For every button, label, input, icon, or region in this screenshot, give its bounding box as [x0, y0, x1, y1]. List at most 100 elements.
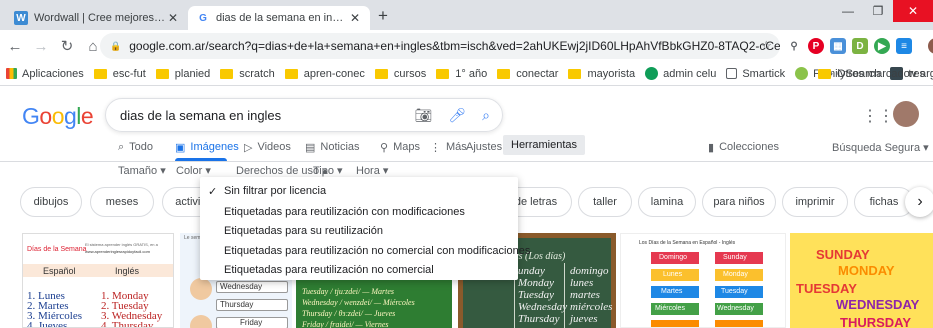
image-text: Wednesday: [717, 305, 754, 312]
chip[interactable]: para niños: [702, 187, 776, 217]
bookmark-folder[interactable]: planied: [155, 68, 210, 80]
extension-icon[interactable]: ≡: [896, 38, 912, 54]
tab-label: Más: [446, 141, 467, 153]
bookmark-star-icon[interactable]: ☆: [760, 38, 772, 54]
tab-wordwall[interactable]: W Wordwall | Cree mejores lecciones ✕: [6, 6, 188, 30]
result-image[interactable]: Los Días de la Semana en Español - Inglé…: [620, 233, 786, 328]
chip[interactable]: imprimir: [782, 187, 848, 217]
filter-tipo[interactable]: Tipo ▾: [313, 164, 343, 177]
filter-tamano[interactable]: Tamaño ▾: [118, 164, 166, 177]
other-bookmarks[interactable]: Otros marcadores: [817, 68, 925, 80]
image-text: Friday / fraidei/ — Viernes: [302, 320, 389, 328]
result-image[interactable]: SUNDAY MONDAY TUESDAY WEDNESDAY THURSDAY: [790, 233, 933, 328]
extension-icon[interactable]: ⚲: [786, 38, 802, 54]
bookmark-label: 1° año: [455, 67, 488, 80]
bookmark-folder[interactable]: esc-fut: [93, 68, 146, 80]
address-bar[interactable]: 🔒 google.com.ar/search?q=dias+de+la+sema…: [100, 33, 780, 59]
map-pin-icon: ⚲: [380, 141, 389, 154]
tab-todo[interactable]: ⌕ Todo: [118, 136, 153, 158]
result-image[interactable]: Días de la Semana El sistema aprender in…: [22, 233, 174, 328]
url-text: google.com.ar/search?q=dias+de+la+semana…: [129, 39, 780, 53]
bookmark-folder[interactable]: mayorista: [568, 68, 635, 80]
bookmark-label: Smartick: [742, 67, 786, 80]
reload-icon[interactable]: ↻: [56, 37, 78, 55]
menu-item-no-comercial-modificaciones[interactable]: Etiquetadas para reutilización no comerc…: [224, 245, 530, 257]
more-vert-icon: ⋮: [430, 141, 441, 154]
menu-item-reutilizacion[interactable]: Etiquetadas para su reutilización: [224, 225, 383, 237]
menu-item-sin-filtrar[interactable]: Sin filtrar por licencia: [224, 185, 326, 197]
bookmark-label: cursos: [393, 67, 427, 80]
menu-item-no-comercial[interactable]: Etiquetadas para reutilización no comerc…: [224, 264, 434, 276]
bookmark-admin-celu[interactable]: admin celu: [645, 67, 716, 80]
safe-search-toggle[interactable]: Búsqueda Segura ▾: [832, 136, 929, 158]
extensions-area: ⚲ P ▦ D ▶ ≡ !: [786, 38, 933, 54]
tab-label: Ajustes: [466, 141, 503, 153]
chevron-right-icon[interactable]: ›: [905, 187, 933, 217]
window-close-icon[interactable]: ✕: [893, 0, 933, 22]
tab-noticias[interactable]: ▤ Noticias: [305, 136, 360, 158]
forward-arrow-icon[interactable]: →: [30, 38, 52, 55]
bookmark-folder[interactable]: apren-conec: [284, 67, 365, 80]
tab-ajustes[interactable]: Ajustes: [466, 136, 502, 158]
bookmark-folder[interactable]: cursos: [374, 67, 427, 80]
chip[interactable]: taller: [578, 187, 632, 217]
google-logo[interactable]: Google: [22, 103, 94, 130]
search-input[interactable]: dias de la semana en ingles 📷︎ 🎤︎ ⌕: [105, 98, 503, 132]
lock-icon: 🔒: [110, 40, 122, 51]
bookmark-folder[interactable]: scratch: [220, 68, 275, 80]
bookmark-label: admin celu: [663, 67, 717, 80]
image-text: Español: [43, 266, 76, 276]
image-text: El sistema aprender inglés GRATIS, en a: [85, 242, 158, 247]
search-icon: ⌕: [118, 140, 125, 153]
wordwall-favicon-icon: W: [14, 11, 28, 25]
filter-hora[interactable]: Hora ▾: [356, 164, 388, 177]
safe-search-label: Búsqueda Segura ▾: [832, 141, 929, 154]
bookmark-smartick[interactable]: Smartick: [726, 68, 785, 80]
image-text: Monday: [518, 277, 555, 289]
extension-icon[interactable]: ▶: [874, 38, 890, 54]
chip[interactable]: dibujos: [20, 187, 82, 217]
search-icon[interactable]: ⌕: [482, 107, 490, 124]
tab-maps[interactable]: ⚲ Maps: [380, 136, 420, 158]
bookmark-label: mayorista: [587, 67, 636, 80]
bookmark-apps[interactable]: Aplicaciones: [6, 68, 84, 80]
image-text: Días de la Semana: [27, 246, 87, 253]
image-icon: ▣: [175, 141, 186, 154]
tab-mas[interactable]: ⋮ Más: [430, 136, 467, 158]
new-tab-button[interactable]: +: [378, 6, 388, 26]
tab-videos[interactable]: ▷ Videos: [244, 136, 291, 158]
maximize-icon[interactable]: ❐: [863, 0, 893, 22]
tab-label: Noticias: [320, 141, 360, 153]
menu-item-reutilizacion-modificaciones[interactable]: Etiquetadas para reutilización con modif…: [224, 206, 465, 218]
image-text: Martes: [661, 288, 683, 295]
profile-icon[interactable]: [928, 38, 933, 54]
microphone-icon[interactable]: 🎤︎: [448, 107, 466, 124]
minimize-icon[interactable]: —: [833, 0, 863, 22]
bookmark-folder[interactable]: 1° año: [436, 68, 487, 80]
close-tab-icon[interactable]: ✕: [166, 11, 180, 25]
pinterest-icon[interactable]: P: [808, 38, 824, 54]
tools-button[interactable]: Herramientas: [503, 135, 586, 155]
image-text: Domingo: [659, 254, 688, 261]
bookmark-label: apren-conec: [303, 67, 365, 80]
chip[interactable]: meses: [90, 187, 154, 217]
tab-label: Maps: [393, 141, 420, 153]
folder-icon: [568, 68, 582, 79]
filter-color[interactable]: Color ▾: [176, 164, 211, 177]
news-icon: ▤: [305, 141, 316, 154]
image-text: THURSDAY: [840, 315, 912, 328]
image-text: Tuesday / tjuːzdei/ — Martes: [302, 287, 394, 296]
bookmark-folder[interactable]: conectar: [497, 68, 558, 80]
extension-icon[interactable]: ▦: [830, 38, 846, 54]
tab-imagenes[interactable]: ▣ Imágenes: [175, 136, 239, 158]
extension-icon[interactable]: D: [852, 38, 868, 54]
close-tab-icon[interactable]: ✕: [348, 11, 362, 25]
chip[interactable]: lamina: [638, 187, 696, 217]
camera-icon[interactable]: 📷︎: [415, 107, 433, 124]
search-query: dias de la semana en ingles: [120, 107, 282, 123]
back-arrow-icon[interactable]: ←: [4, 38, 26, 55]
tab-title: dias de la semana en ingles - Búsqueda: [216, 12, 348, 24]
tab-google-search[interactable]: G dias de la semana en ingles - Búsqueda…: [188, 6, 370, 30]
collections-link[interactable]: ▮ Colecciones: [708, 136, 779, 158]
avatar[interactable]: [893, 101, 919, 127]
